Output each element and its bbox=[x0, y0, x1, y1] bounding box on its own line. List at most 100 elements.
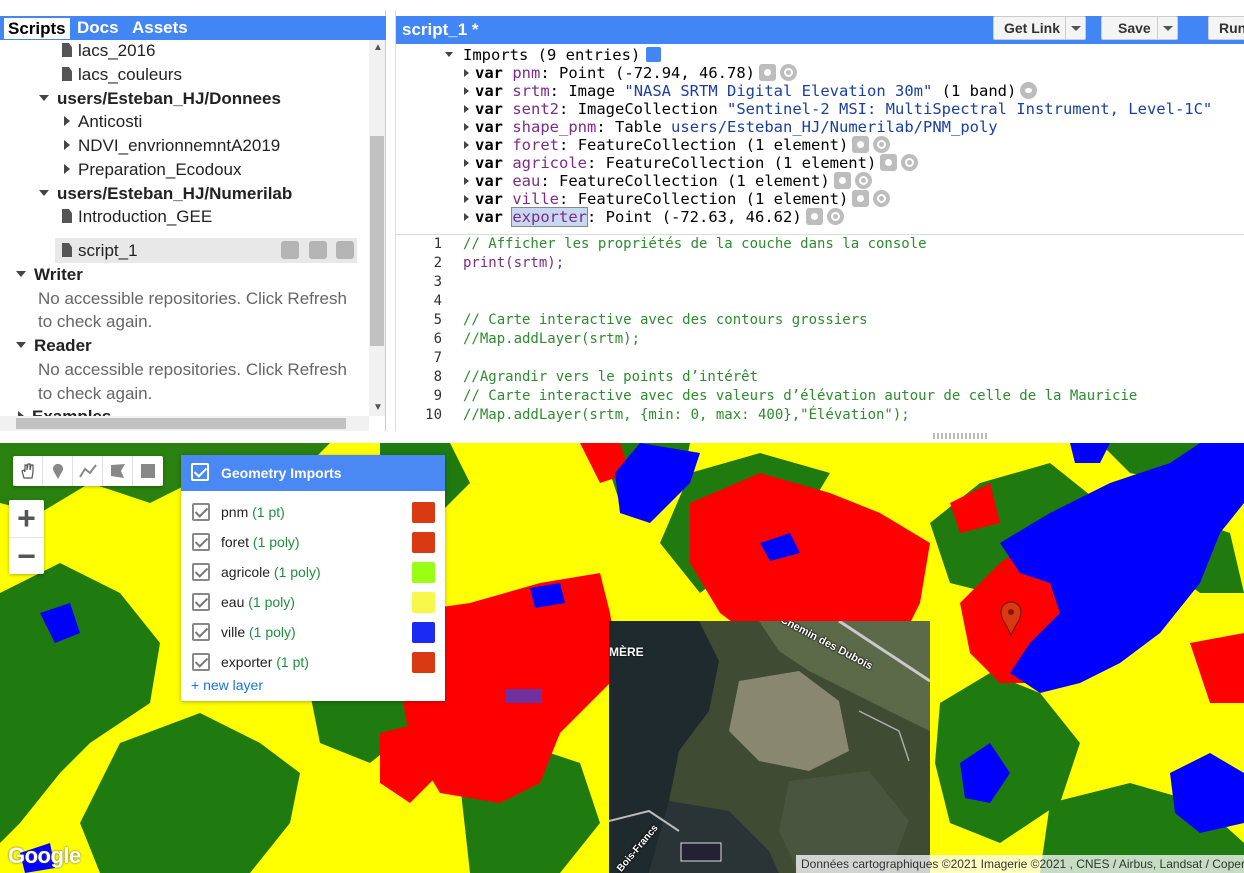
tree-folder-ndvi[interactable]: NDVI_envrionnemntA2019 bbox=[64, 135, 280, 159]
layer-color-swatch[interactable] bbox=[412, 622, 435, 643]
tab-docs[interactable]: Docs bbox=[73, 17, 123, 39]
code-line[interactable]: 7 bbox=[396, 349, 463, 368]
history-icon[interactable] bbox=[281, 241, 299, 259]
layer-color-swatch[interactable] bbox=[412, 532, 435, 553]
zoom-in-button[interactable]: + bbox=[9, 500, 44, 537]
target-icon[interactable] bbox=[826, 208, 844, 225]
gear-icon[interactable] bbox=[852, 136, 870, 153]
tree-horizontal-scrollbar[interactable] bbox=[0, 416, 369, 431]
import-entry[interactable]: var exporter: Point (-72.63, 46.62) bbox=[462, 207, 844, 227]
geometry-layer-agricole[interactable]: agricole (1 poly) bbox=[181, 557, 445, 587]
layer-color-swatch[interactable] bbox=[412, 502, 435, 523]
code-line[interactable]: 3 bbox=[396, 273, 463, 292]
import-entry[interactable]: var srtm: Image "NASA SRTM Digital Eleva… bbox=[462, 82, 1038, 100]
code-line[interactable]: 10 //Map.addLayer(srtm, {min: 0, max: 400… bbox=[396, 406, 910, 424]
imports-header[interactable]: Imports (9 entries) bbox=[445, 46, 662, 64]
map-attribution[interactable]: Données cartographiques ©2021 Imagerie ©… bbox=[796, 855, 1244, 873]
scroll-thumb[interactable] bbox=[370, 136, 384, 346]
expand-arrow-icon[interactable] bbox=[464, 87, 469, 95]
section-examples[interactable]: Examples bbox=[18, 406, 111, 416]
collapse-arrow-icon[interactable] bbox=[64, 140, 70, 150]
tree-folder-donnees[interactable]: users/Esteban_HJ/Donnees bbox=[39, 88, 281, 112]
layer-name[interactable]: ville (1 poly) bbox=[221, 617, 296, 647]
chevron-down-icon[interactable] bbox=[1157, 17, 1177, 39]
tree-item-introduction-gee[interactable]: Introduction_GEE bbox=[62, 206, 212, 230]
point-tool-button[interactable] bbox=[43, 456, 73, 486]
expand-arrow-icon[interactable] bbox=[464, 195, 469, 203]
expand-arrow-icon[interactable] bbox=[464, 69, 469, 77]
import-variable-name[interactable]: agricole bbox=[512, 154, 587, 172]
import-entry[interactable]: var agricole: FeatureCollection (1 eleme… bbox=[462, 154, 919, 172]
scroll-down-icon[interactable]: ▼ bbox=[373, 402, 383, 413]
layer-name[interactable]: agricole (1 poly) bbox=[221, 557, 321, 587]
zoom-out-button[interactable]: − bbox=[9, 537, 44, 574]
select-all-checkbox[interactable] bbox=[191, 463, 209, 481]
geometry-layer-foret[interactable]: foret (1 poly) bbox=[181, 527, 445, 557]
layer-visibility-checkbox[interactable] bbox=[192, 563, 210, 581]
layer-name[interactable]: exporter (1 pt) bbox=[221, 647, 309, 677]
geometry-imports-header[interactable]: Geometry Imports bbox=[181, 455, 445, 491]
tree-item-script-1[interactable]: script_1 bbox=[62, 240, 138, 264]
tree-item-lacs-couleurs[interactable]: lacs_couleurs bbox=[62, 64, 182, 88]
layer-color-swatch[interactable] bbox=[412, 562, 435, 583]
gear-icon[interactable] bbox=[852, 190, 870, 207]
target-icon[interactable] bbox=[854, 172, 872, 189]
expand-arrow-icon[interactable] bbox=[464, 177, 469, 185]
import-variable-name[interactable]: exporter bbox=[511, 207, 588, 227]
gear-icon[interactable] bbox=[805, 208, 823, 225]
code-line[interactable]: 9 // Carte interactive avec des valeurs d… bbox=[396, 387, 1138, 406]
line-tool-button[interactable] bbox=[73, 456, 103, 486]
import-variable-name[interactable]: eau bbox=[512, 172, 540, 190]
geometry-layer-ville[interactable]: ville (1 poly) bbox=[181, 617, 445, 647]
layer-name[interactable]: eau (1 poly) bbox=[221, 587, 295, 617]
layer-color-swatch[interactable] bbox=[412, 592, 435, 613]
tree-folder-preparation[interactable]: Preparation_Ecodoux bbox=[64, 159, 242, 183]
layer-color-swatch[interactable] bbox=[412, 652, 435, 673]
expand-arrow-icon[interactable] bbox=[445, 52, 453, 57]
import-variable-name[interactable]: foret bbox=[512, 136, 559, 154]
layer-visibility-checkbox[interactable] bbox=[192, 653, 210, 671]
import-entry[interactable]: var shape_pnm: Table users/Esteban_HJ/Nu… bbox=[462, 118, 998, 136]
new-layer-link[interactable]: + new layer bbox=[191, 677, 263, 693]
expand-arrow-icon[interactable] bbox=[464, 123, 469, 131]
layer-visibility-checkbox[interactable] bbox=[192, 533, 210, 551]
code-line[interactable]: 1 // Afficher les propriétés de la couche… bbox=[396, 235, 927, 254]
expand-arrow-icon[interactable] bbox=[16, 342, 26, 348]
scroll-thumb[interactable] bbox=[16, 418, 346, 429]
layer-name[interactable]: pnm (1 pt) bbox=[221, 497, 285, 527]
edit-icon[interactable] bbox=[309, 241, 327, 259]
expand-arrow-icon[interactable] bbox=[464, 159, 469, 167]
run-button[interactable]: Run bbox=[1208, 16, 1244, 40]
tab-assets[interactable]: Assets bbox=[128, 17, 192, 39]
code-area[interactable]: 1 // Afficher les propriétés de la couche… bbox=[396, 234, 1244, 424]
collapse-arrow-icon[interactable] bbox=[64, 164, 70, 174]
get-link-button[interactable]: Get Link bbox=[993, 16, 1086, 40]
section-reader[interactable]: Reader bbox=[16, 335, 92, 359]
import-variable-name[interactable]: sent2 bbox=[512, 100, 559, 118]
target-icon[interactable] bbox=[780, 64, 798, 81]
gear-icon[interactable] bbox=[833, 172, 851, 189]
tree-vertical-scrollbar[interactable]: ▲ ▼ bbox=[369, 40, 385, 416]
expand-arrow-icon[interactable] bbox=[464, 141, 469, 149]
hand-tool-button[interactable] bbox=[13, 456, 43, 486]
code-line[interactable]: 6 //Map.addLayer(srtm); bbox=[396, 330, 640, 349]
polygon-tool-button[interactable] bbox=[103, 456, 133, 486]
splitter-grip-icon[interactable] bbox=[933, 433, 987, 439]
delete-icon[interactable] bbox=[336, 241, 354, 259]
layer-visibility-checkbox[interactable] bbox=[192, 593, 210, 611]
geometry-layer-pnm[interactable]: pnm (1 pt) bbox=[181, 497, 445, 527]
expand-arrow-icon[interactable] bbox=[39, 95, 49, 101]
geometry-layer-eau[interactable]: eau (1 poly) bbox=[181, 587, 445, 617]
list-icon[interactable] bbox=[646, 47, 662, 62]
layer-name[interactable]: foret (1 poly) bbox=[221, 527, 300, 557]
save-button[interactable]: Save bbox=[1101, 16, 1178, 40]
import-entry[interactable]: var ville: FeatureCollection (1 element) bbox=[462, 190, 891, 208]
tree-folder-anticosti[interactable]: Anticosti bbox=[64, 111, 142, 135]
import-entry[interactable]: var foret: FeatureCollection (1 element) bbox=[462, 136, 891, 154]
import-entry[interactable]: var sent2: ImageCollection "Sentinel-2 M… bbox=[462, 100, 1212, 118]
scroll-up-icon[interactable]: ▲ bbox=[373, 42, 383, 53]
target-icon[interactable] bbox=[873, 190, 891, 207]
import-variable-name[interactable]: ville bbox=[512, 190, 559, 208]
target-icon[interactable] bbox=[873, 136, 891, 153]
layer-visibility-checkbox[interactable] bbox=[192, 623, 210, 641]
